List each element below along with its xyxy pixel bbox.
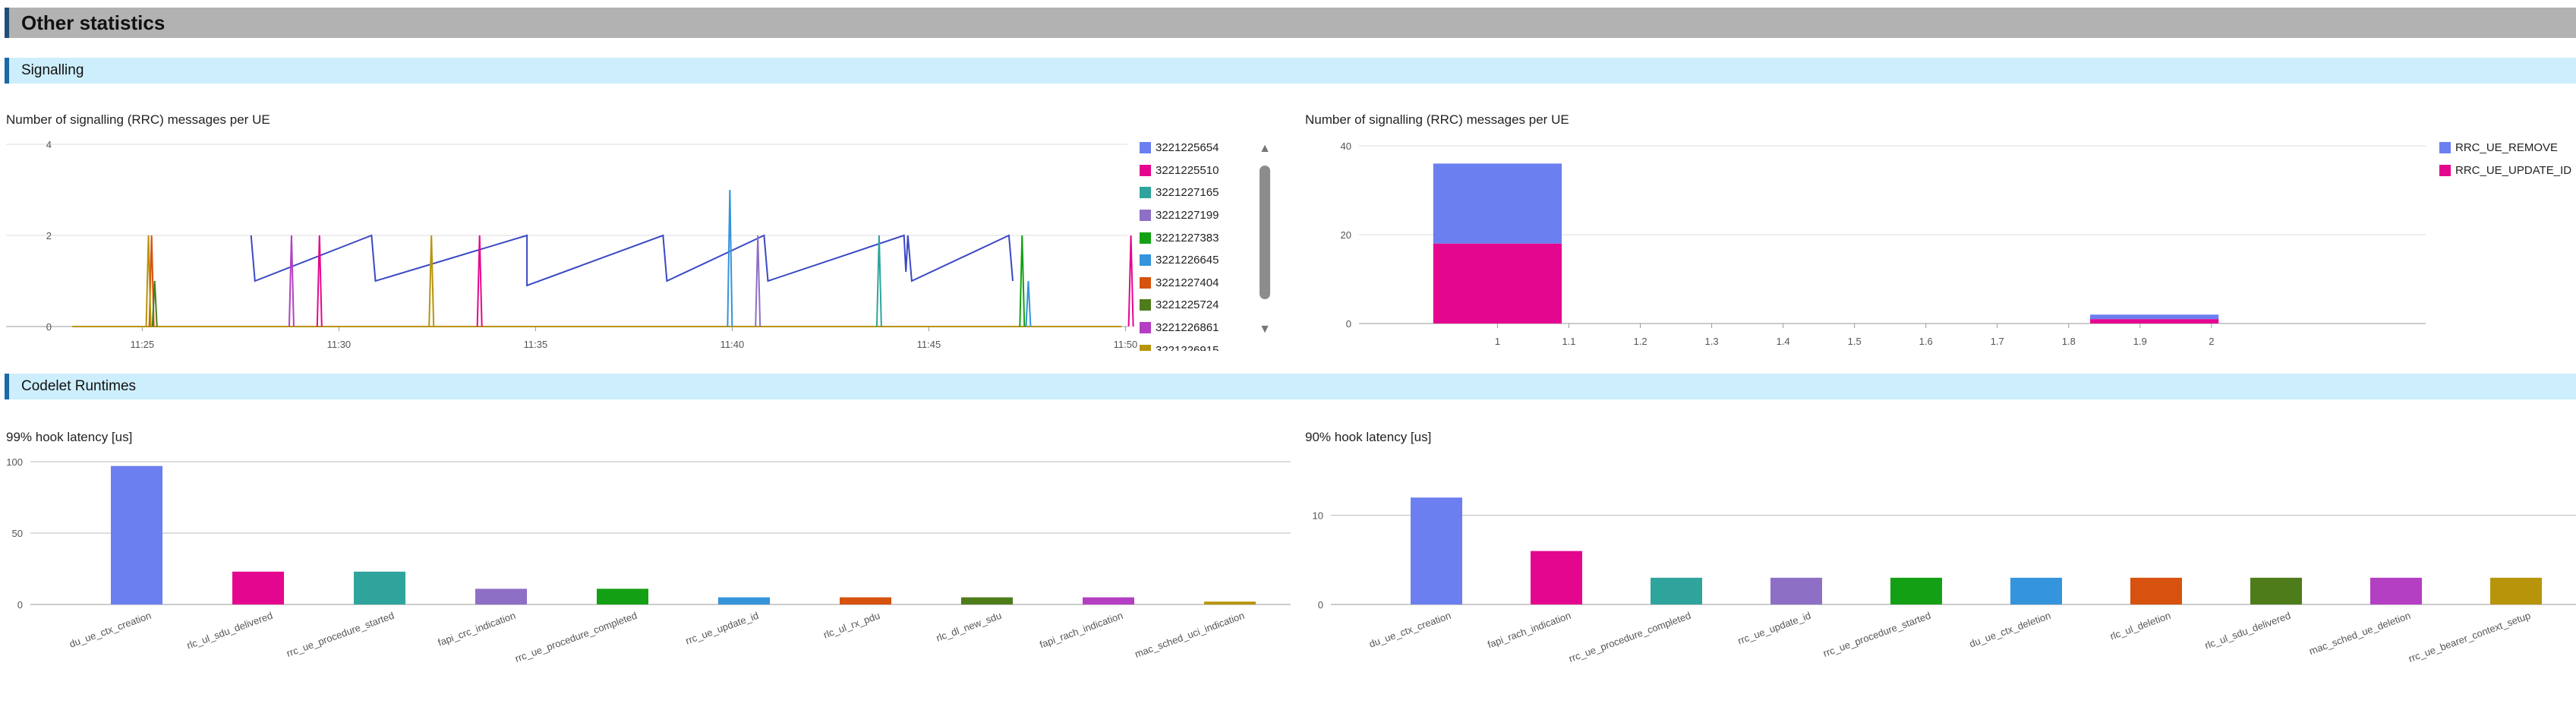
legend-swatch xyxy=(1140,322,1151,334)
legend-label: 3221225724 xyxy=(1156,298,1219,312)
legend-swatch xyxy=(1140,276,1151,289)
legend-label: 3221227199 xyxy=(1156,209,1219,223)
legend-item[interactable]: 3221227165 xyxy=(1140,181,1253,204)
rrc-bars-legend: RRC_UE_REMOVE RRC_UE_UPDATE_ID xyxy=(2439,137,2576,181)
bar xyxy=(1531,551,1582,604)
legend-swatch xyxy=(1140,164,1151,176)
hook90-bar-chart[interactable]: 0 10 du_ue_ctx_creation fapi_rach_indicatio… xyxy=(0,0,2576,707)
legend-item[interactable]: 3221226645 xyxy=(1140,249,1253,272)
scrollbar-thumb[interactable] xyxy=(1260,166,1270,299)
legend-swatch xyxy=(1140,254,1151,267)
legend-label: RRC_UE_REMOVE xyxy=(2455,141,2559,155)
bar xyxy=(1890,577,1942,604)
legend-item[interactable]: RRC_UE_REMOVE xyxy=(2439,137,2576,159)
scroll-up-icon[interactable]: ▲ xyxy=(1256,141,1274,156)
bar xyxy=(1770,577,1822,604)
x-tick-label: rrc_ue_procedure_completed xyxy=(1567,610,1692,664)
legend-item[interactable]: 3221227383 xyxy=(1140,226,1253,249)
legend-label: 3221225654 xyxy=(1156,141,1219,155)
legend-item[interactable]: 3221226915 xyxy=(1140,339,1253,351)
bar xyxy=(1411,497,1462,604)
bar xyxy=(1651,577,1702,604)
legend-swatch xyxy=(1140,187,1151,199)
x-tick-label: rrc_ue_procedure_started xyxy=(1821,610,1932,659)
legend-item[interactable]: RRC_UE_UPDATE_ID xyxy=(2439,159,2576,182)
x-tick-label: rrc_ue_update_id xyxy=(1736,610,1812,647)
legend-swatch xyxy=(2439,164,2451,176)
scroll-down-icon[interactable]: ▼ xyxy=(1256,322,1274,337)
legend-label: 3221226861 xyxy=(1156,321,1219,335)
legend-label: 3221227165 xyxy=(1156,186,1219,200)
legend-swatch xyxy=(1140,142,1151,154)
x-tick-label: rrc_ue_bearer_context_setup xyxy=(2407,610,2532,664)
x-tick-label: rlc_ul_deletion xyxy=(2108,610,2172,642)
x-tick-label: du_ue_ctx_creation xyxy=(1367,610,1452,650)
y-tick-label: 10 xyxy=(1313,510,1323,522)
legend-item[interactable]: 3221227404 xyxy=(1140,272,1253,295)
bar xyxy=(2490,577,2542,604)
legend-swatch xyxy=(1140,232,1151,244)
legend-label: 3221226645 xyxy=(1156,254,1219,267)
legend-label: RRC_UE_UPDATE_ID xyxy=(2455,163,2572,177)
legend-label: 3221227383 xyxy=(1156,231,1219,245)
bar xyxy=(2370,577,2422,604)
y-tick-label: 0 xyxy=(1318,599,1323,611)
legend-item[interactable]: 3221227199 xyxy=(1140,204,1253,227)
bar xyxy=(2250,577,2302,604)
x-tick-label: rlc_ul_sdu_delivered xyxy=(2203,610,2292,652)
legend-item[interactable]: 3221225510 xyxy=(1140,159,1253,182)
legend-label: 3221226915 xyxy=(1156,343,1219,351)
bar xyxy=(2130,577,2182,604)
rrc-lines-legend: 3221225654 3221225510 3221227165 3221227199… xyxy=(1140,137,1253,351)
legend-swatch xyxy=(1140,299,1151,311)
legend-item[interactable]: 3221226861 xyxy=(1140,317,1253,339)
x-tick-label: fapi_rach_indication xyxy=(1486,610,1572,651)
legend-scrollbar[interactable]: ▲ ▼ xyxy=(1256,141,1274,342)
legend-swatch xyxy=(2439,142,2451,154)
legend-swatch xyxy=(1140,344,1151,351)
bar xyxy=(2010,577,2062,604)
legend-item[interactable]: 3221225654 xyxy=(1140,137,1253,159)
x-tick-label: du_ue_ctx_deletion xyxy=(1968,610,2052,650)
legend-item[interactable]: 3221225724 xyxy=(1140,294,1253,317)
x-tick-label: mac_sched_ue_deletion xyxy=(2307,610,2412,657)
legend-swatch xyxy=(1140,210,1151,222)
legend-label: 3221225510 xyxy=(1156,163,1219,177)
legend-label: 3221227404 xyxy=(1156,276,1219,289)
